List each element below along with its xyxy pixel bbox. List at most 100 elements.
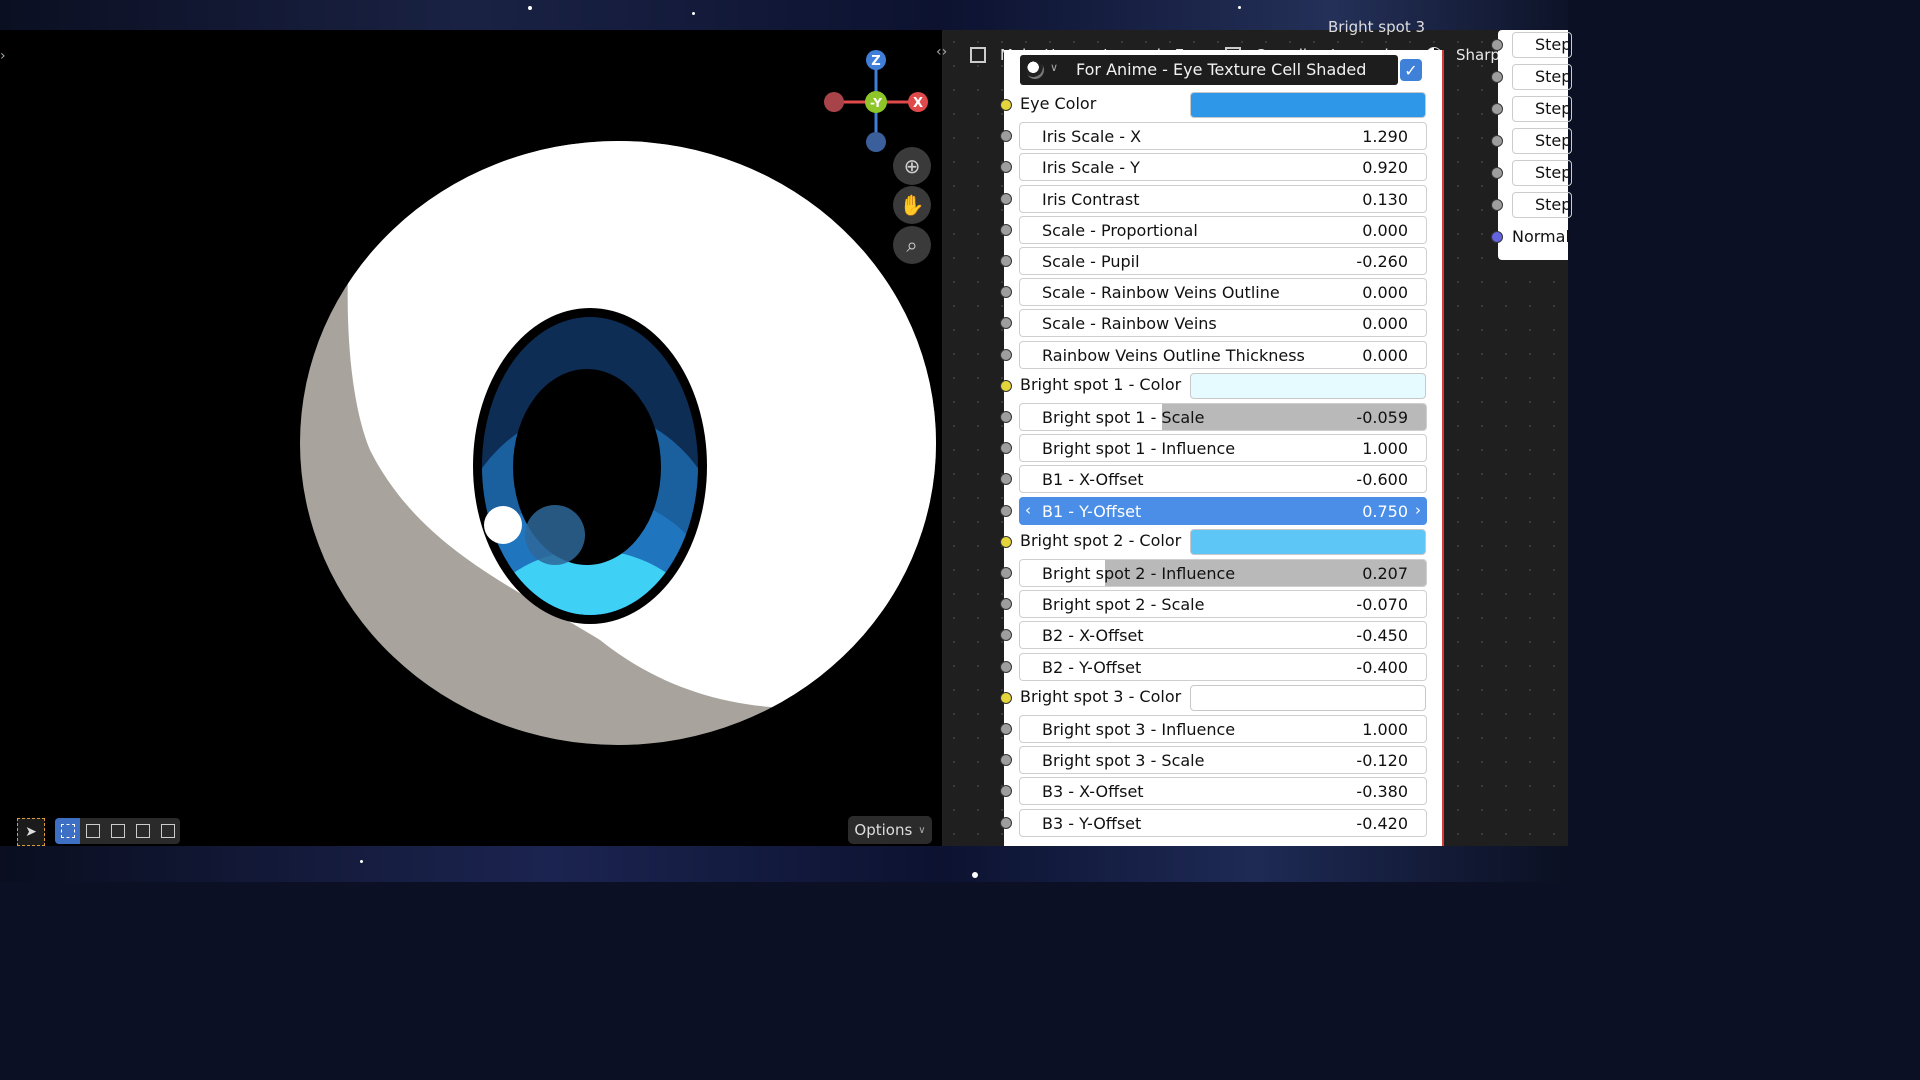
value-socket[interactable] bbox=[1000, 348, 1012, 361]
value-field[interactable]: Bright spot 1 - Influence 1.000 bbox=[1019, 434, 1427, 463]
value-socket[interactable] bbox=[1000, 473, 1012, 486]
field-value: 1.000 bbox=[1362, 439, 1408, 459]
field-value: 0.000 bbox=[1362, 283, 1408, 303]
node-title-bar[interactable]: ∨ For Anime - Eye Texture Cell Shaded bbox=[1020, 55, 1398, 85]
color-swatch[interactable] bbox=[1190, 92, 1426, 118]
field-value: 0.750 bbox=[1362, 501, 1408, 521]
options-dropdown[interactable]: Options ∨ bbox=[848, 816, 932, 844]
value-field[interactable]: Scale - Proportional 0.000 bbox=[1019, 215, 1427, 244]
camera-icon[interactable]: ⌕ bbox=[893, 226, 931, 264]
value-socket[interactable] bbox=[1000, 567, 1012, 579]
value-socket[interactable] bbox=[1491, 199, 1503, 211]
value-field[interactable]: B2 - X-Offset -0.450 bbox=[1019, 621, 1427, 650]
color-socket[interactable] bbox=[1000, 99, 1012, 111]
value-field[interactable]: Iris Scale - X 1.290 bbox=[1019, 122, 1427, 151]
value-field[interactable]: B1 - X-Offset -0.600 bbox=[1019, 465, 1427, 494]
value-field[interactable]: Scale - Rainbow Veins 0.000 bbox=[1019, 309, 1427, 338]
value-socket[interactable] bbox=[1000, 411, 1012, 423]
field-value: 0.000 bbox=[1362, 345, 1408, 365]
value-socket[interactable] bbox=[1000, 255, 1012, 267]
color-socket[interactable] bbox=[1000, 535, 1012, 548]
node-title: For Anime - Eye Texture Cell Shaded bbox=[1076, 60, 1367, 79]
select-extend-icon[interactable] bbox=[80, 818, 105, 844]
step-field[interactable]: Step bbox=[1512, 64, 1572, 90]
step-field[interactable]: Step bbox=[1512, 128, 1572, 154]
color-input-label: Eye Color bbox=[1020, 94, 1097, 113]
field-label: Iris Scale - Y bbox=[1042, 158, 1140, 178]
value-field[interactable]: Iris Scale - Y 0.920 bbox=[1019, 153, 1427, 182]
star bbox=[972, 872, 978, 878]
field-value: 0.000 bbox=[1362, 220, 1408, 240]
chevron-down-icon: ∨ bbox=[918, 824, 926, 836]
node-label-top: Bright spot 3 bbox=[1328, 18, 1426, 36]
value-socket[interactable] bbox=[1000, 130, 1012, 143]
value-socket[interactable] bbox=[1000, 816, 1012, 829]
select-subtract-icon[interactable] bbox=[105, 818, 130, 844]
value-socket[interactable] bbox=[1000, 317, 1012, 330]
color-socket[interactable] bbox=[1000, 691, 1012, 704]
vector-socket[interactable] bbox=[1491, 231, 1503, 243]
field-label: Bright spot 3 - Influence bbox=[1042, 720, 1236, 739]
field-value: 1.290 bbox=[1362, 127, 1408, 147]
navigation-gizmo[interactable]: Z -Y X bbox=[820, 38, 940, 158]
color-socket[interactable] bbox=[1000, 379, 1012, 392]
field-label: Rainbow Veins Outline Thickness bbox=[1042, 345, 1305, 365]
value-field[interactable]: Bright spot 2 - Scale -0.070 bbox=[1019, 590, 1427, 619]
color-swatch[interactable] bbox=[1190, 684, 1426, 711]
value-field[interactable]: Scale - Rainbow Veins Outline 0.000 bbox=[1019, 278, 1427, 307]
value-field[interactable]: Scale - Pupil -0.260 bbox=[1019, 247, 1427, 275]
value-socket[interactable] bbox=[1000, 442, 1012, 455]
step-field[interactable]: Step bbox=[1512, 32, 1572, 58]
3d-viewport[interactable]: › Z -Y X ⊕ ✋ ⌕ ➤ Options ∨ bbox=[0, 30, 942, 846]
value-field[interactable]: Bright spot 3 - Scale -0.120 bbox=[1019, 746, 1427, 775]
value-field[interactable]: Rainbow Veins Outline Thickness 0.000 bbox=[1019, 340, 1427, 369]
color-swatch[interactable] bbox=[1190, 528, 1426, 555]
value-field[interactable]: Bright spot 2 - Influence 0.207 bbox=[1019, 559, 1427, 587]
value-socket[interactable] bbox=[1000, 223, 1012, 236]
field-value: -0.120 bbox=[1356, 751, 1408, 771]
value-socket[interactable] bbox=[1000, 598, 1012, 611]
value-socket[interactable] bbox=[1000, 723, 1012, 735]
value-socket[interactable] bbox=[1491, 39, 1503, 51]
step-field[interactable]: Step bbox=[1512, 192, 1572, 218]
eye-texture-node[interactable]: ∨ For Anime - Eye Texture Cell Shaded ✓ … bbox=[1000, 50, 1444, 846]
chevron-down-icon[interactable]: ∨ bbox=[1050, 61, 1058, 74]
value-socket[interactable] bbox=[1000, 161, 1012, 174]
field-value: 0.207 bbox=[1362, 564, 1408, 583]
step-field[interactable]: Step bbox=[1512, 160, 1572, 186]
color-swatch[interactable] bbox=[1190, 372, 1426, 399]
checkmark-icon[interactable]: ✓ bbox=[1400, 59, 1422, 81]
select-intersect-icon[interactable] bbox=[155, 818, 180, 844]
field-value: -0.260 bbox=[1356, 252, 1408, 271]
chevron-left-right-icon[interactable]: ‹› bbox=[936, 44, 947, 60]
value-socket[interactable] bbox=[1000, 660, 1012, 673]
value-field[interactable]: B2 - Y-Offset -0.400 bbox=[1019, 652, 1427, 681]
value-socket[interactable] bbox=[1000, 629, 1012, 642]
select-tool-icon[interactable]: ➤ bbox=[17, 818, 45, 846]
select-new-icon[interactable] bbox=[55, 818, 80, 844]
value-socket[interactable] bbox=[1491, 71, 1503, 83]
value-field[interactable]: ‹ › B1 - Y-Offset 0.750 bbox=[1019, 496, 1427, 525]
value-field[interactable]: Iris Contrast 0.130 bbox=[1019, 184, 1427, 213]
value-field[interactable]: Bright spot 3 - Influence 1.000 bbox=[1019, 715, 1427, 743]
value-field[interactable]: Bright spot 1 - Scale -0.059 bbox=[1019, 403, 1427, 431]
select-invert-icon[interactable] bbox=[130, 818, 155, 844]
value-socket[interactable] bbox=[1000, 785, 1012, 798]
zoom-icon[interactable]: ⊕ bbox=[893, 147, 931, 185]
value-socket[interactable] bbox=[1000, 286, 1012, 299]
hand-pan-icon[interactable]: ✋ bbox=[893, 186, 931, 224]
value-socket[interactable] bbox=[1491, 103, 1503, 115]
chevron-right-icon[interactable]: › bbox=[1415, 501, 1421, 519]
value-socket[interactable] bbox=[1000, 504, 1012, 517]
value-field[interactable]: B3 - X-Offset -0.380 bbox=[1019, 777, 1427, 806]
step-field[interactable]: Step bbox=[1512, 96, 1572, 122]
value-socket[interactable] bbox=[1000, 754, 1012, 767]
star bbox=[692, 12, 695, 15]
value-socket[interactable] bbox=[1491, 135, 1503, 147]
value-field[interactable]: B3 - Y-Offset -0.420 bbox=[1019, 808, 1427, 837]
value-socket[interactable] bbox=[1491, 167, 1503, 179]
chevron-left-icon[interactable]: ‹ bbox=[1025, 501, 1031, 519]
field-value: -0.600 bbox=[1356, 470, 1408, 490]
step-node[interactable]: Step Step Step Step Step Step Normal bbox=[1491, 30, 1572, 260]
value-socket[interactable] bbox=[1000, 192, 1012, 205]
